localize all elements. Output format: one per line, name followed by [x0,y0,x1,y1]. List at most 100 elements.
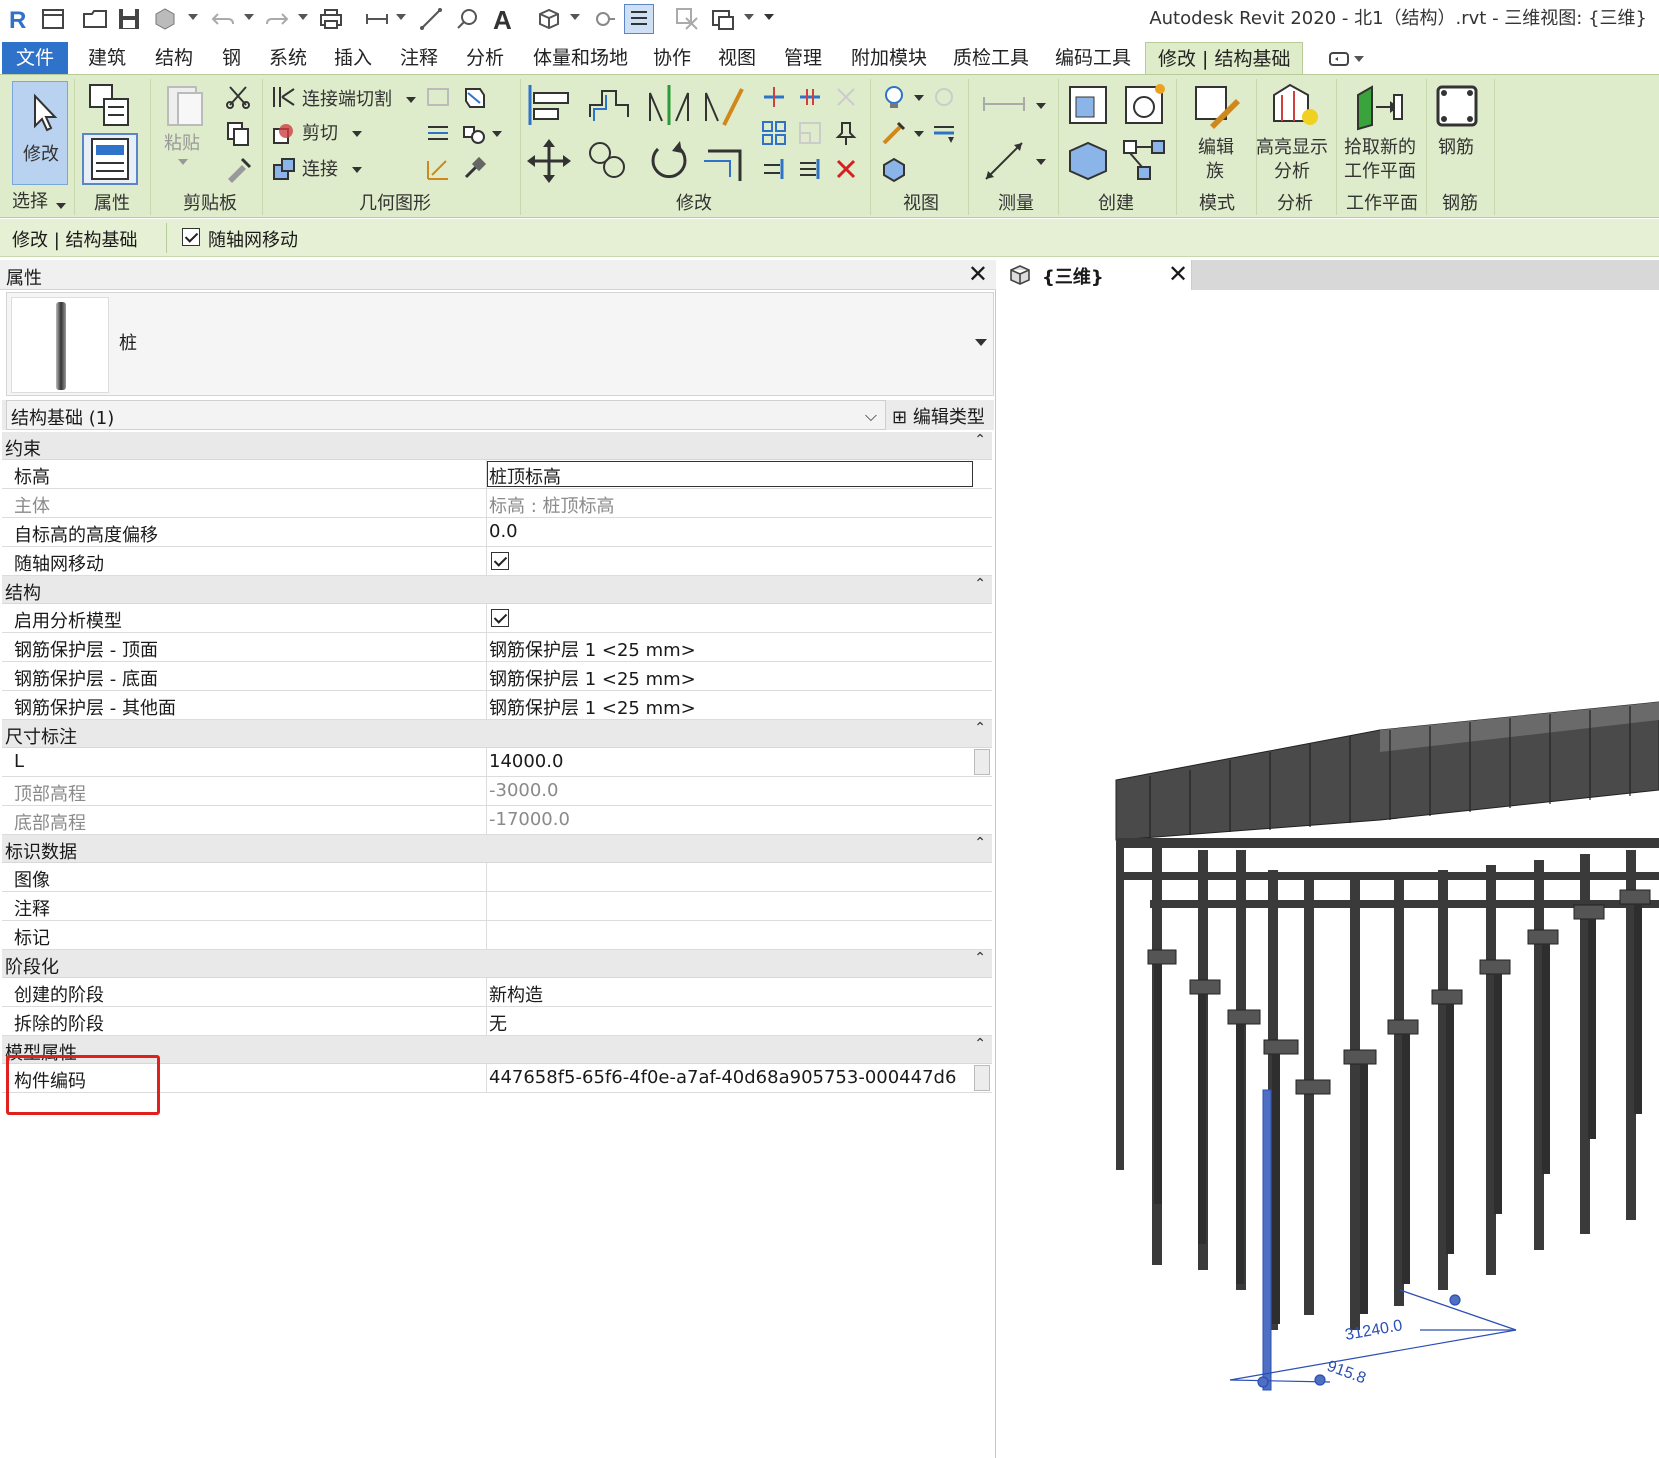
copy-element-icon[interactable] [584,137,634,185]
revit-logo-icon[interactable]: R [4,4,34,34]
switch-windows-icon[interactable] [708,4,738,34]
tab-manage[interactable]: 管理 [784,42,822,74]
close-hidden-icon[interactable] [672,4,702,34]
measure-between-caret[interactable] [1036,103,1046,109]
view-tab[interactable]: {三维} ✕ [1000,260,1192,290]
tab-insert[interactable]: 插入 [334,42,372,74]
tab-structure[interactable]: 结构 [155,42,193,74]
tab-annotate[interactable]: 注释 [400,42,438,74]
linework-caret[interactable] [914,131,924,137]
filter-lines-icon[interactable] [930,119,958,147]
edit-family-label-2[interactable]: 族 [1206,161,1224,183]
tab-modify-structural-foundation[interactable]: 修改 | 结构基础 [1145,42,1304,74]
measure-between-icon[interactable] [980,89,1028,119]
paste-caret[interactable] [178,159,188,165]
tab-coding-tools[interactable]: 编码工具 [1055,42,1131,74]
collapse-icon[interactable]: ⌃ [974,1036,986,1052]
linework-icon[interactable] [880,119,908,147]
hide-in-view-icon[interactable] [880,83,908,111]
edit-type-button[interactable]: ⊞ 编辑类型 [892,403,985,429]
panel-toggle-caret[interactable] [1354,56,1364,62]
cut-geometry-icon[interactable] [270,119,298,147]
panel-toggle-icon[interactable] [1325,44,1355,74]
structure-model[interactable]: 31240.0 915.8 [1000,290,1659,1458]
print-icon[interactable] [316,4,346,34]
highlight-label-2[interactable]: 分析 [1274,161,1310,183]
collapse-icon[interactable]: ⌃ [974,576,986,592]
mirror-draw-icon[interactable] [700,81,750,129]
property-row[interactable]: 自标高的高度偏移 0.0 [2,518,992,547]
tag-icon[interactable] [452,4,482,34]
category-phasing[interactable]: 阶段化 ⌃ [2,950,992,978]
collapse-icon[interactable]: ⌃ [974,432,986,448]
wall-joins-icon[interactable] [424,83,452,111]
property-row[interactable]: 注释 [2,892,992,921]
switch-windows-caret[interactable] [744,14,754,20]
override-graphics-icon[interactable] [930,83,958,111]
tab-file[interactable]: 文件 [2,42,68,74]
property-row[interactable]: 标高 桩顶标高 [2,460,992,489]
delete-icon[interactable] [832,155,860,183]
category-structural[interactable]: 结构 ⌃ [2,576,992,604]
collapse-icon[interactable]: ⌃ [974,835,986,851]
hide-caret[interactable] [914,95,924,101]
tab-massing-site[interactable]: 体量和场地 [533,42,628,74]
cut-join-icon[interactable] [270,83,298,111]
tab-systems[interactable]: 系统 [269,42,307,74]
join-geometry-label[interactable]: 连接 [302,159,338,181]
customize-icon[interactable] [764,14,774,20]
value-button[interactable] [974,1065,990,1091]
mirror-axis-icon[interactable] [644,81,694,129]
rebar-icon[interactable] [1432,81,1482,131]
copy-icon[interactable] [224,119,252,147]
trim-multiple-icon[interactable] [760,155,788,183]
sync-caret[interactable] [188,14,198,20]
select-group-label[interactable]: 选择 [12,191,48,213]
property-row[interactable]: 钢筋保护层 - 顶面 钢筋保护层 1 <25 mm> [2,633,992,662]
tab-analyze[interactable]: 分析 [466,42,504,74]
3d-view-caret[interactable] [570,14,580,20]
instance-filter-dropdown[interactable]: 结构基础 (1) ⌵ [6,400,886,430]
highlight-analytical-icon[interactable] [1268,81,1320,131]
trim-single-icon[interactable] [796,155,824,183]
measure-caret[interactable] [396,14,406,20]
thin-lines-icon[interactable] [624,4,654,34]
trim-extend-icon[interactable] [700,137,750,185]
property-row[interactable]: 钢筋保护层 - 底面 钢筋保护层 1 <25 mm> [2,662,992,691]
selected-pile[interactable] [1262,1089,1272,1391]
move-with-grids-property-checkbox[interactable] [491,552,509,570]
property-row[interactable]: 随轴网移动 [2,547,992,576]
move-icon[interactable] [524,137,574,185]
open-icon[interactable] [38,4,68,34]
paste-icon[interactable] [160,81,208,131]
unpin-disabled-icon[interactable] [832,83,860,111]
tab-addins[interactable]: 附加模块 [851,42,927,74]
property-row[interactable]: 图像 [2,863,992,892]
pick-plane-label[interactable]: 拾取新的 [1344,137,1416,159]
join-geometry-icon[interactable] [270,155,298,183]
join-geometry-caret[interactable] [352,167,362,173]
create-group-icon[interactable] [1120,137,1168,185]
cut-geometry-label[interactable]: 剪切 [302,123,338,145]
split-icon[interactable] [424,155,452,183]
split-gap-icon[interactable] [796,83,824,111]
chevron-down-icon[interactable] [975,339,987,346]
section-icon[interactable] [588,4,618,34]
property-row[interactable]: 标记 [2,921,992,950]
chevron-down-icon[interactable]: ⌵ [865,406,877,426]
hammer-icon[interactable] [460,155,488,183]
select-box-icon[interactable] [880,155,908,183]
offset-icon[interactable] [584,81,634,129]
property-row[interactable]: 钢筋保护层 - 其他面 钢筋保护层 1 <25 mm> [2,691,992,720]
sync-icon[interactable] [150,4,180,34]
save-icon[interactable] [114,4,144,34]
property-row[interactable]: 拆除的阶段无 [2,1007,992,1036]
collapse-icon[interactable]: ⌃ [974,950,986,966]
dimension-label-offset[interactable]: 915.8 [1325,1358,1369,1388]
match-properties-icon[interactable] [224,155,252,183]
tab-view[interactable]: 视图 [718,42,756,74]
create-assembly-icon[interactable] [1064,137,1112,185]
category-constraints[interactable]: 约束 ⌃ [2,432,992,460]
undo-caret[interactable] [244,14,254,20]
scale-icon[interactable] [796,119,824,147]
